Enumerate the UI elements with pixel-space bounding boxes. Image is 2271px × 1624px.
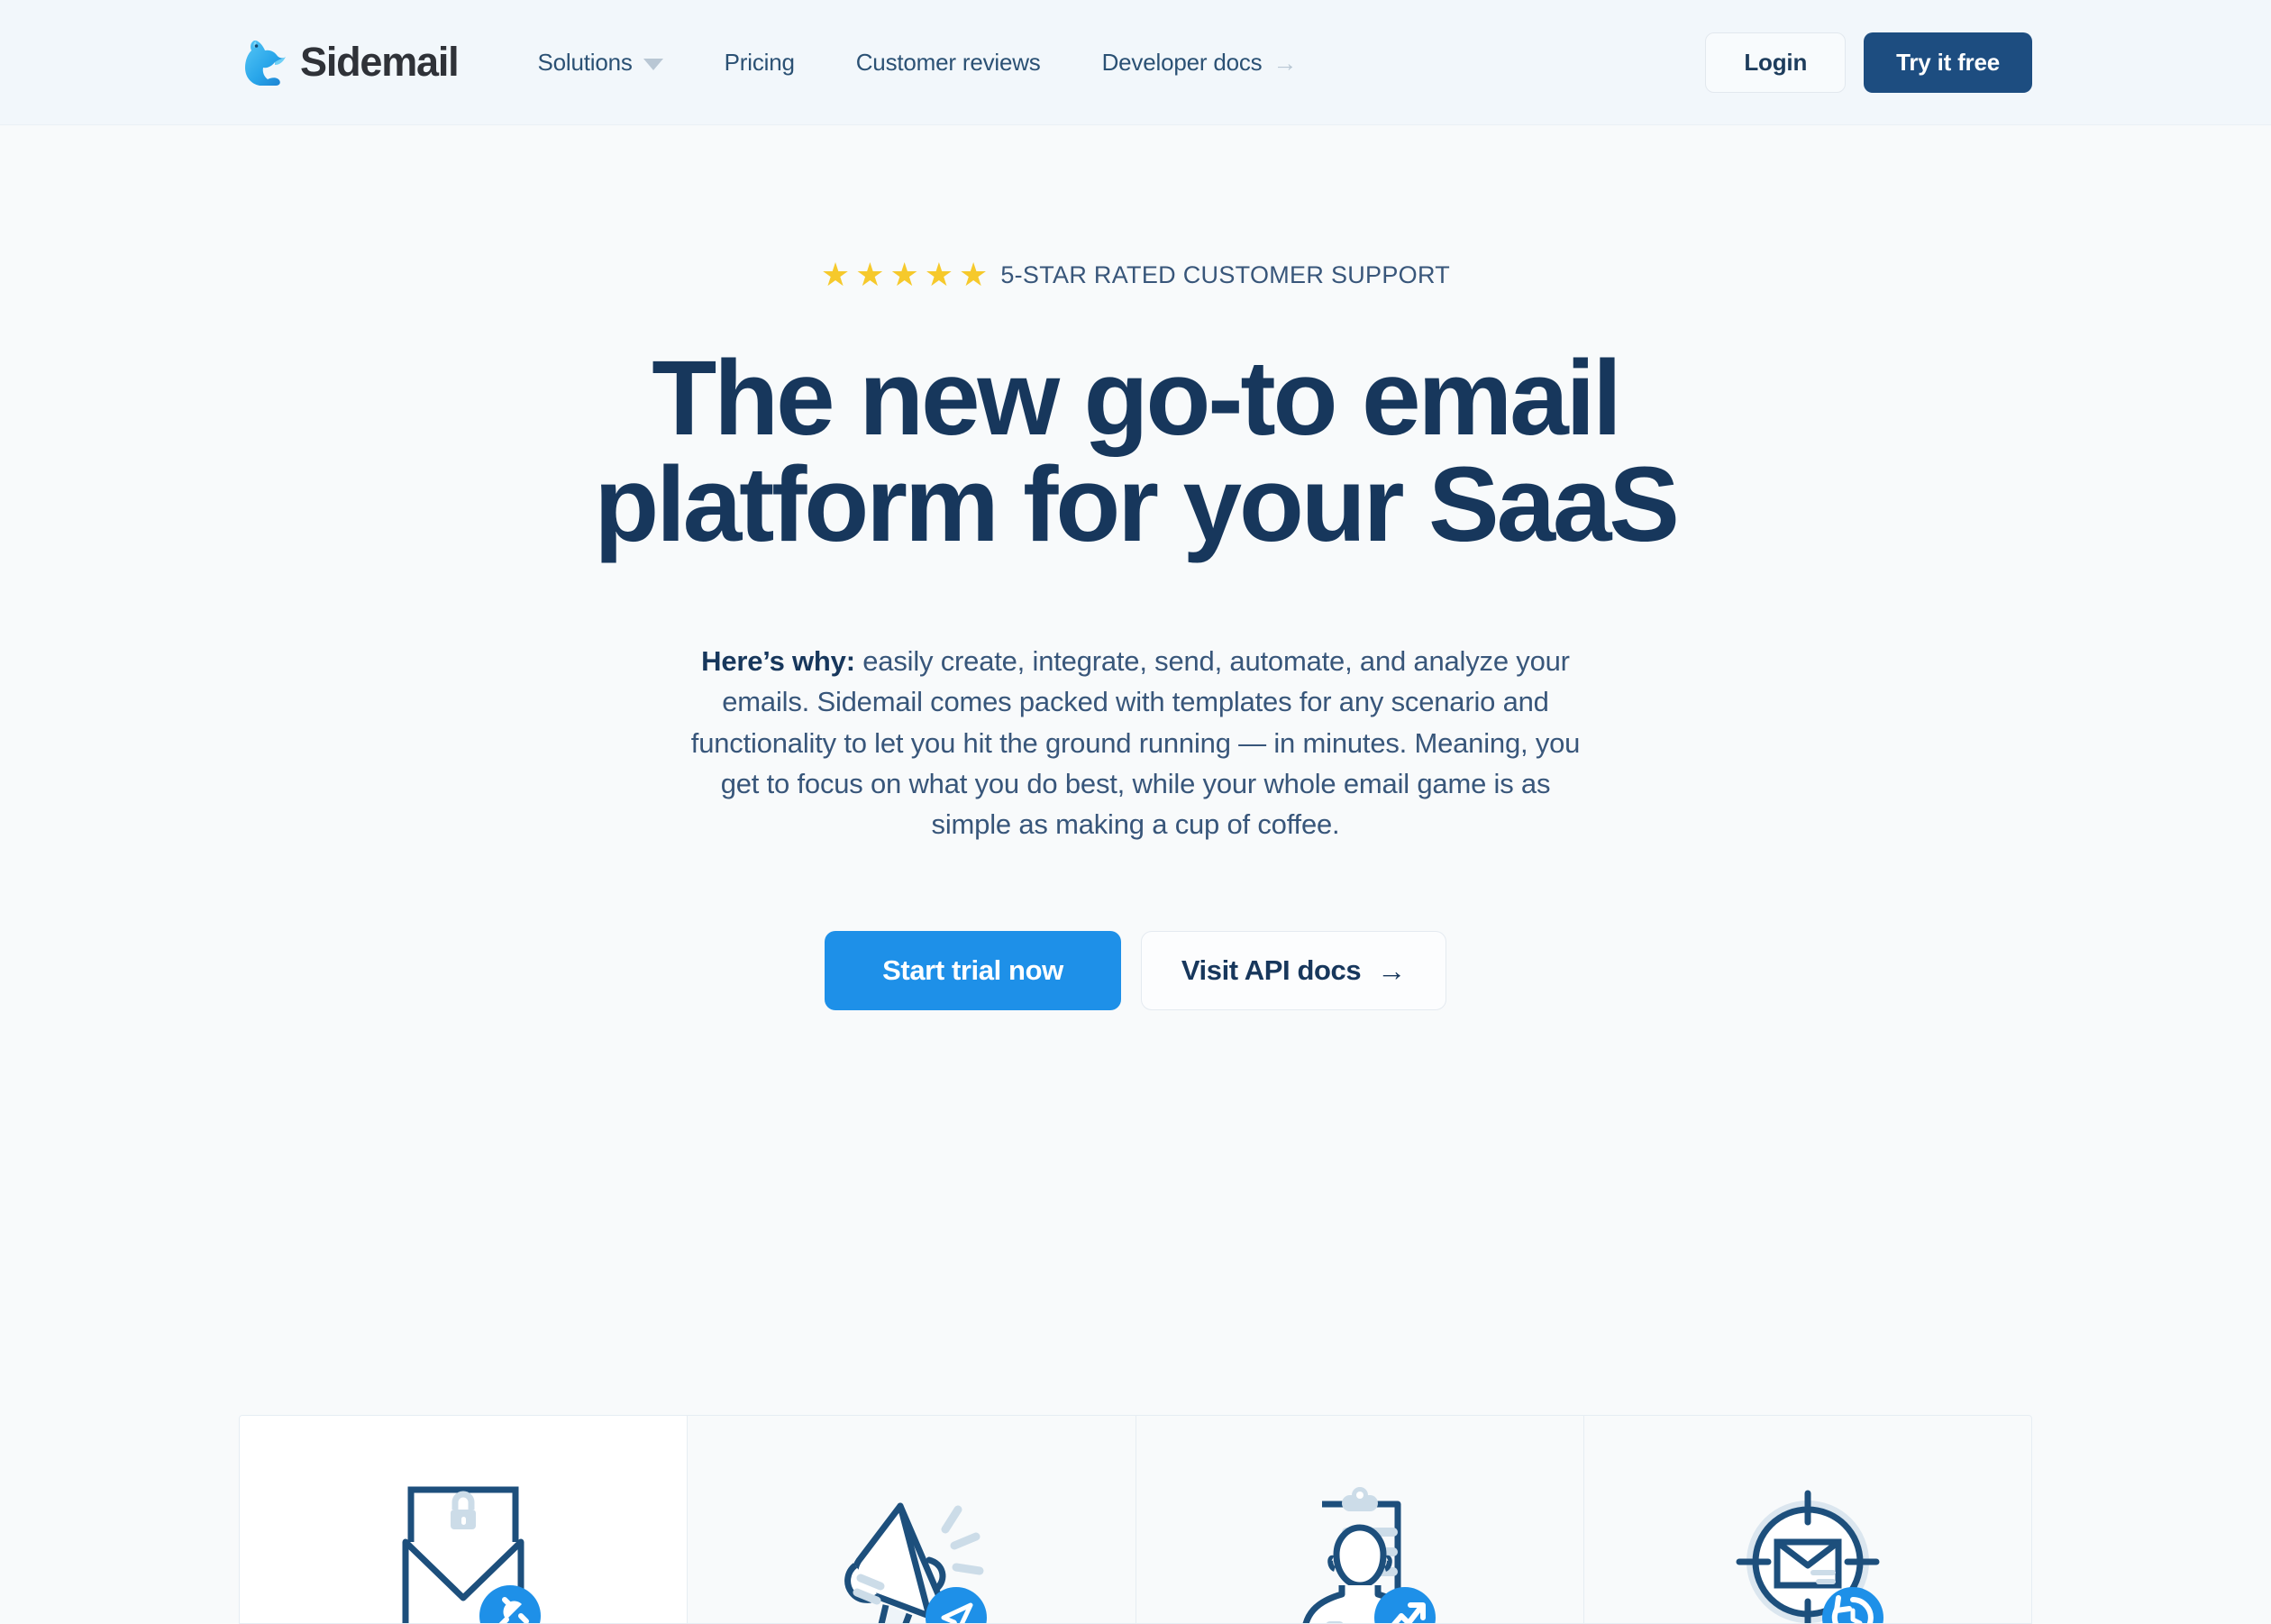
nav-item-label: Customer reviews bbox=[855, 48, 1041, 76]
target-envelope-icon bbox=[1736, 1490, 1883, 1623]
envelope-lock-icon bbox=[402, 1486, 542, 1623]
main-nav: Solutions Pricing Customer reviews Devel… bbox=[537, 49, 1327, 77]
visit-api-docs-label: Visit API docs bbox=[1181, 954, 1362, 987]
hero-title-line-1: The new go-to email bbox=[652, 339, 1622, 458]
feature-card-marketing-campaigns[interactable] bbox=[687, 1416, 1135, 1623]
nav-item-pricing[interactable]: Pricing bbox=[694, 49, 825, 77]
star-icon: ★ bbox=[820, 256, 851, 293]
star-icon: ★ bbox=[889, 256, 919, 293]
feature-card-grid bbox=[239, 1415, 2032, 1624]
person-clipboard-icon bbox=[1302, 1487, 1436, 1623]
brand-logo-link[interactable]: Sidemail bbox=[239, 34, 460, 90]
arrow-right-icon: → bbox=[1377, 954, 1406, 988]
cta-row: Start trial now Visit API docs → bbox=[0, 931, 2271, 1011]
seal-logo-icon bbox=[239, 34, 287, 90]
nav-item-label: Pricing bbox=[724, 48, 795, 76]
login-button[interactable]: Login bbox=[1705, 32, 1847, 93]
brand-name: Sidemail bbox=[300, 39, 460, 85]
hero-subtitle: Here’s why: easily create, integrate, se… bbox=[680, 641, 1591, 844]
star-rating: ★ ★ ★ ★ ★ bbox=[821, 259, 988, 291]
nav-item-label: Solutions bbox=[537, 48, 633, 76]
star-icon: ★ bbox=[959, 256, 989, 293]
hero-title-line-2: platform for your SaaS bbox=[594, 445, 1680, 564]
site-header: Sidemail Solutions Pricing Customer revi… bbox=[0, 0, 2271, 125]
feature-card-transactional-email[interactable] bbox=[240, 1416, 688, 1623]
nav-item-solutions[interactable]: Solutions bbox=[537, 49, 693, 77]
hero-section: ★ ★ ★ ★ ★ 5-STAR RATED CUSTOMER SUPPORT … bbox=[0, 125, 2271, 1011]
feature-card-customer-insights[interactable] bbox=[1135, 1416, 1583, 1623]
hero-subtitle-lead: Here’s why: bbox=[701, 645, 855, 677]
try-it-free-button[interactable]: Try it free bbox=[1864, 32, 2032, 93]
star-icon: ★ bbox=[924, 256, 954, 293]
start-trial-button[interactable]: Start trial now bbox=[825, 931, 1121, 1011]
nav-item-developer-docs[interactable]: Developer docs → bbox=[1072, 49, 1328, 77]
nav-item-label: Developer docs bbox=[1101, 48, 1263, 76]
page-title: The new go-to email platform for your Sa… bbox=[415, 345, 1856, 558]
header-actions: Login Try it free bbox=[1705, 32, 2032, 93]
star-icon: ★ bbox=[855, 256, 885, 293]
rating-label: 5-STAR RATED CUSTOMER SUPPORT bbox=[1000, 260, 1451, 288]
rating-badge: ★ ★ ★ ★ ★ 5-STAR RATED CUSTOMER SUPPORT bbox=[0, 259, 2271, 291]
arrow-right-icon: → bbox=[1272, 49, 1298, 77]
nav-item-customer-reviews[interactable]: Customer reviews bbox=[825, 49, 1072, 77]
feature-card-automations[interactable] bbox=[1582, 1416, 2031, 1623]
visit-api-docs-button[interactable]: Visit API docs → bbox=[1140, 931, 1446, 1011]
megaphone-icon bbox=[844, 1502, 988, 1623]
chevron-down-icon bbox=[643, 58, 663, 70]
